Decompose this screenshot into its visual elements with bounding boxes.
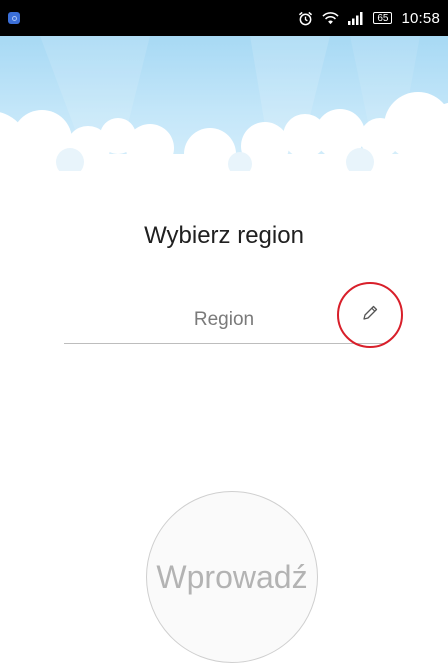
enter-button[interactable]: Wprowadź	[146, 491, 318, 663]
wifi-icon	[322, 11, 339, 25]
status-bar: 65 10:58	[0, 0, 448, 36]
sky-header-image	[0, 36, 448, 171]
region-field[interactable]: Region	[64, 300, 384, 344]
enter-button-label: Wprowadź	[156, 558, 308, 595]
battery-icon: 65	[373, 12, 393, 24]
status-clock: 10:58	[401, 9, 440, 27]
alarm-icon	[298, 11, 313, 26]
status-icons: 65 10:58	[298, 10, 440, 27]
app-notification-icon	[8, 12, 20, 24]
edit-region-button[interactable]	[337, 282, 403, 348]
page-title: Wybierz region	[144, 222, 304, 249]
region-placeholder: Region	[193, 309, 255, 330]
pencil-icon	[360, 303, 380, 328]
signal-icon	[348, 11, 364, 25]
